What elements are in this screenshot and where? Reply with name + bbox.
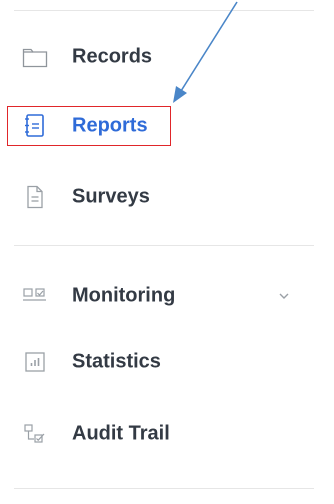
- sidebar-item-label: Statistics: [72, 350, 161, 373]
- highlight-box: [7, 106, 171, 146]
- chevron-down-icon[interactable]: [276, 288, 292, 304]
- sidebar-item-label: Audit Trail: [72, 422, 170, 445]
- folder-icon: [22, 44, 48, 70]
- bottom-divider: [14, 488, 314, 489]
- audit-trail-icon: [22, 421, 48, 447]
- monitoring-icon: [22, 283, 48, 309]
- bar-chart-icon: [22, 349, 48, 375]
- sidebar-item-statistics[interactable]: Statistics: [0, 342, 334, 382]
- sidebar-item-monitoring[interactable]: Monitoring: [0, 276, 334, 316]
- top-divider: [14, 10, 314, 11]
- section-divider: [14, 245, 314, 246]
- document-icon: [22, 184, 48, 210]
- sidebar-item-audit-trail[interactable]: Audit Trail: [0, 414, 334, 454]
- sidebar-nav: Records Reports Surveys Monitoring Stati…: [0, 0, 334, 504]
- sidebar-item-label: Records: [72, 45, 153, 68]
- sidebar-item-label: Surveys: [72, 185, 150, 208]
- sidebar-item-records[interactable]: Records: [0, 37, 334, 77]
- sidebar-item-label: Monitoring: [72, 284, 176, 307]
- sidebar-item-surveys[interactable]: Surveys: [0, 177, 334, 217]
